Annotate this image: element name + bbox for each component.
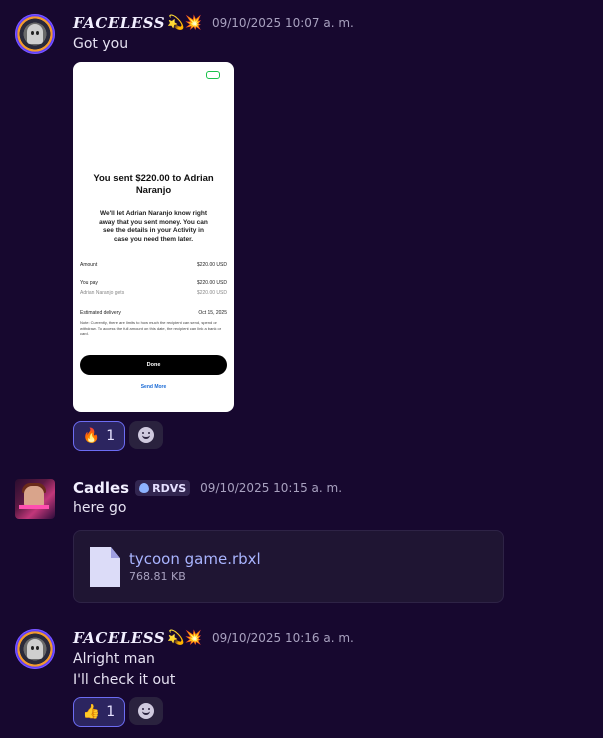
done-button: Done [80,355,227,375]
reaction-count: 1 [106,428,116,444]
reaction-fire[interactable]: 🔥 1 [73,421,125,451]
message-header: FACELESS 💫💥 09/10/2025 10:16 a. m. [73,627,354,649]
message-text: here go [73,500,127,516]
username[interactable]: FACELESS [73,629,165,647]
file-attachment: tycoon game.rbxl 768.81 KB [73,530,504,603]
reaction-thumbs-up[interactable]: 👍 1 [73,697,125,727]
tag-label: RDVS [152,481,187,495]
image-attachment[interactable]: You sent $220.00 to Adrian Naranjo We'll… [73,62,234,412]
file-name-link[interactable]: tycoon game.rbxl [129,550,261,568]
server-tag[interactable]: RDVS [135,480,191,496]
receipt-row: You pay $220.00 USD [80,280,227,286]
send-more-link: Send More [140,384,167,390]
message-text: Got you [73,36,129,52]
file-icon [90,547,120,587]
username-emojis: 💫💥 [167,15,202,31]
message-header: FACELESS 💫💥 09/10/2025 10:07 a. m. [73,12,354,34]
receipt-note: Note: Currently, there are limits to how… [80,320,222,336]
thumbs-up-icon: 👍 [82,704,101,720]
add-reaction-button[interactable] [129,421,163,449]
receipt-title: You sent $220.00 to Adrian Naranjo [93,173,214,196]
message-text-line: Alright man [73,651,155,667]
ghost-avatar-icon [27,639,43,659]
avatar-faceless[interactable] [15,629,55,669]
message-header: Cadles RDVS 09/10/2025 10:15 a. m. [73,477,342,499]
ghost-avatar-icon [27,24,43,44]
username-emojis: 💫💥 [167,630,202,646]
fire-icon: 🔥 [82,428,101,444]
smile-icon [138,427,154,443]
reaction-count: 1 [106,704,116,720]
timestamp: 09/10/2025 10:15 a. m. [200,481,343,495]
receipt-row: Adrian Naranjo gets $220.00 USD [80,290,227,296]
message-text-line: I'll check it out [73,672,176,688]
username[interactable]: FACELESS [73,14,165,32]
avatar-faceless[interactable] [15,14,55,54]
timestamp: 09/10/2025 10:16 a. m. [211,631,354,645]
smile-icon [138,703,154,719]
receipt-row: Amount $220.00 USD [80,262,227,268]
file-size: 768.81 KB [129,570,186,583]
receipt-description: We'll let Adrian Naranjo know right away… [99,210,208,243]
app-logo-icon [206,71,220,79]
username[interactable]: Cadles [73,479,129,497]
receipt-row: Estimated delivery Oct 15, 2025 [80,310,227,316]
timestamp: 09/10/2025 10:07 a. m. [211,16,354,30]
avatar-cadles[interactable] [15,479,55,519]
add-reaction-button[interactable] [129,697,163,725]
drop-icon [139,483,150,493]
